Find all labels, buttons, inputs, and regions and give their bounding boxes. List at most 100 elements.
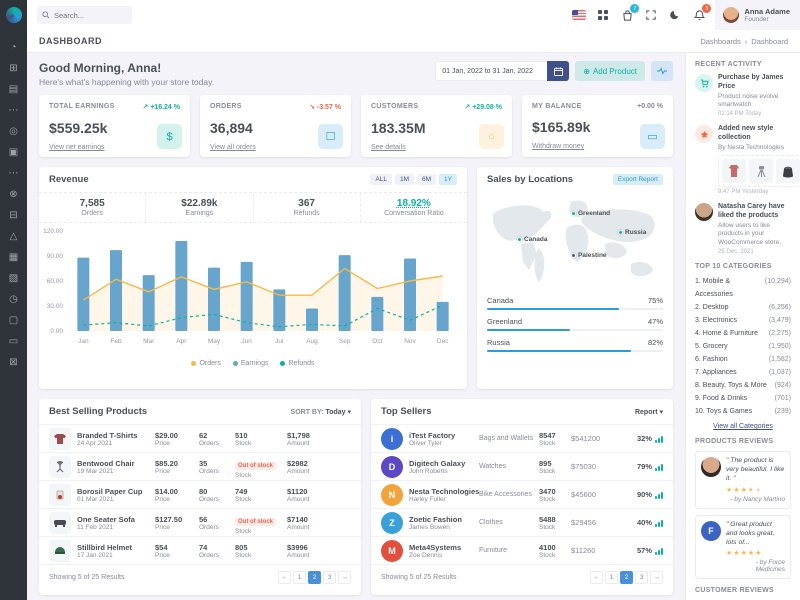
product-name[interactable]: One Seater Sofa (77, 515, 155, 524)
activity-title[interactable]: Added new style collection (718, 125, 800, 143)
product-name[interactable]: Stillbird Helmet (77, 543, 155, 552)
activity-button[interactable] (651, 61, 673, 81)
range-all-button[interactable]: ALL (370, 174, 392, 185)
svg-text:Nov: Nov (404, 338, 416, 345)
darkmode-button[interactable] (663, 3, 687, 27)
seller-percent: 32% (637, 434, 652, 443)
product-name[interactable]: Branded T-Shirts (77, 431, 155, 440)
page-2-button[interactable]: 2 (620, 571, 633, 584)
svg-text:May: May (208, 338, 221, 345)
authentication-icon[interactable]: ◎ (0, 121, 27, 142)
tables-icon[interactable]: ▦ (0, 247, 27, 268)
legend-orders-label: Orders (199, 360, 220, 367)
page-3-button[interactable]: 3 (635, 571, 648, 584)
range-1y-button[interactable]: 1Y (439, 174, 457, 185)
range-1m-button[interactable]: 1M (395, 174, 414, 185)
bag-thumbnail[interactable] (776, 159, 800, 183)
search-input[interactable] (54, 11, 124, 20)
seller-person: Harley Fuller (409, 496, 479, 503)
seller-company[interactable]: Nesta Technologies (409, 487, 479, 496)
page-next-button[interactable]: → (650, 571, 663, 584)
widgets-icon[interactable]: ⊟ (0, 205, 27, 226)
menu-dots-icon[interactable]: ⋯ (0, 163, 27, 184)
range-6m-button[interactable]: 6M (417, 174, 436, 185)
seller-company[interactable]: iTest Factory (409, 431, 479, 440)
activity-thumbnails (718, 155, 800, 187)
page-2-button[interactable]: 2 (308, 571, 321, 584)
page-prev-button[interactable]: ← (590, 571, 603, 584)
activity-title[interactable]: Purchase by James Price (718, 74, 791, 92)
logout-icon[interactable]: ⊠ (0, 352, 27, 373)
map-marker-canada[interactable]: Canada (517, 236, 547, 243)
search-box[interactable] (37, 6, 132, 24)
page-3-button[interactable]: 3 (323, 571, 336, 584)
charts-icon[interactable]: ▧ (0, 268, 27, 289)
legend-earnings-dot (233, 361, 238, 366)
seller-company[interactable]: Digitech Galaxy (409, 459, 479, 468)
forms-icon[interactable]: △ (0, 226, 27, 247)
page-next-button[interactable]: → (338, 571, 351, 584)
seller-logo: N (381, 484, 403, 506)
components-icon[interactable]: ⊗ (0, 184, 27, 205)
world-map: Greenland Canada Russia Palestine (485, 192, 665, 292)
stat-link[interactable]: View all orders (210, 144, 256, 151)
breadcrumb-current: Dashboard (751, 37, 788, 46)
seller-company[interactable]: Zoetic Fashion (409, 515, 479, 524)
table-row: One Seater Sofa11 Feb 2021 $127.50Price … (39, 508, 361, 536)
product-name[interactable]: Bentwood Chair (77, 459, 155, 468)
fullscreen-button[interactable] (639, 3, 663, 27)
map-marker-russia[interactable]: Russia (618, 229, 646, 236)
cart-button[interactable]: 7 (615, 3, 639, 27)
page-1-button[interactable]: 1 (293, 571, 306, 584)
tripod-thumbnail[interactable] (749, 159, 773, 183)
date-range-picker (435, 61, 569, 81)
app-logo[interactable] (6, 7, 22, 23)
boxes-icon[interactable]: ▢ (0, 310, 27, 331)
clock-icon[interactable]: ◷ (0, 289, 27, 310)
export-report-button[interactable]: Export Report (613, 174, 663, 185)
legend-refunds-label: Refunds (288, 360, 314, 367)
out-of-stock-badge: Out of stock (235, 518, 276, 526)
user-menu[interactable]: Anna Adame Founder (715, 0, 800, 30)
location-bars: Canada75% Greenland47% Russia82% (477, 292, 673, 352)
revenue-title: Revenue (49, 174, 89, 185)
breadcrumb-parent[interactable]: Dashboards (700, 37, 740, 46)
menu-dots-icon[interactable]: ⋯ (0, 100, 27, 121)
revenue-ratio-label: Conversation Ratio (361, 210, 467, 217)
activity-time: 25 Dec, 2021 (718, 249, 791, 255)
jacket-thumbnail[interactable] (722, 159, 746, 183)
map-marker-palestine[interactable]: Palestine (571, 252, 607, 259)
apps-grid-button[interactable] (591, 3, 615, 27)
view-all-categories-link[interactable]: View all Categories (695, 423, 791, 430)
table-row: Branded T-Shirts24 Apr 2021 $29.00Price … (39, 424, 361, 452)
date-range-input[interactable] (435, 61, 547, 81)
page-title: DASHBOARD (39, 36, 102, 46)
layouts-icon[interactable]: ▤ (0, 79, 27, 100)
stat-link[interactable]: View net earnings (49, 144, 105, 151)
apps-icon[interactable]: ⊞ (0, 58, 27, 79)
language-flag-button[interactable] (567, 3, 591, 27)
add-product-button[interactable]: ⊕ Add Product (575, 61, 645, 81)
product-name[interactable]: Borosil Paper Cup (77, 487, 155, 496)
page-1-button[interactable]: 1 (605, 571, 618, 584)
sort-by[interactable]: SORT BY: Today ▾ (291, 408, 351, 416)
maps-icon[interactable]: ▭ (0, 331, 27, 352)
table-row: Stillbird Helmet17 Jan 2021 $54Price 74O… (39, 536, 361, 564)
stat-link[interactable]: Withdraw money (532, 143, 584, 150)
stat-link[interactable]: See details (371, 144, 406, 151)
stat-change: +0.00 % (637, 103, 663, 110)
dashboards-icon[interactable]: ◔ (0, 37, 27, 58)
stat-cards: TOTAL EARNINGS↗ +16.24 % $559.25k View n… (39, 95, 673, 157)
revenue-orders-value: 7,585 (39, 198, 145, 209)
report-dropdown[interactable]: Report ▾ (635, 408, 663, 416)
map-marker-greenland[interactable]: Greenland (571, 210, 610, 217)
notifications-button[interactable]: 3 (687, 3, 711, 27)
calendar-button[interactable] (547, 61, 569, 81)
page-prev-button[interactable]: ← (278, 571, 291, 584)
seller-company[interactable]: Meta4Systems (409, 543, 479, 552)
product-date: 11 Feb 2021 (77, 524, 155, 531)
pages-icon[interactable]: ▣ (0, 142, 27, 163)
revenue-card: Revenue ALL 1M 6M 1Y 7,585Orders $22.89k… (39, 167, 467, 389)
sales-title: Sales by Locations (487, 174, 573, 185)
activity-title[interactable]: Natasha Carey have liked the products (718, 203, 791, 221)
